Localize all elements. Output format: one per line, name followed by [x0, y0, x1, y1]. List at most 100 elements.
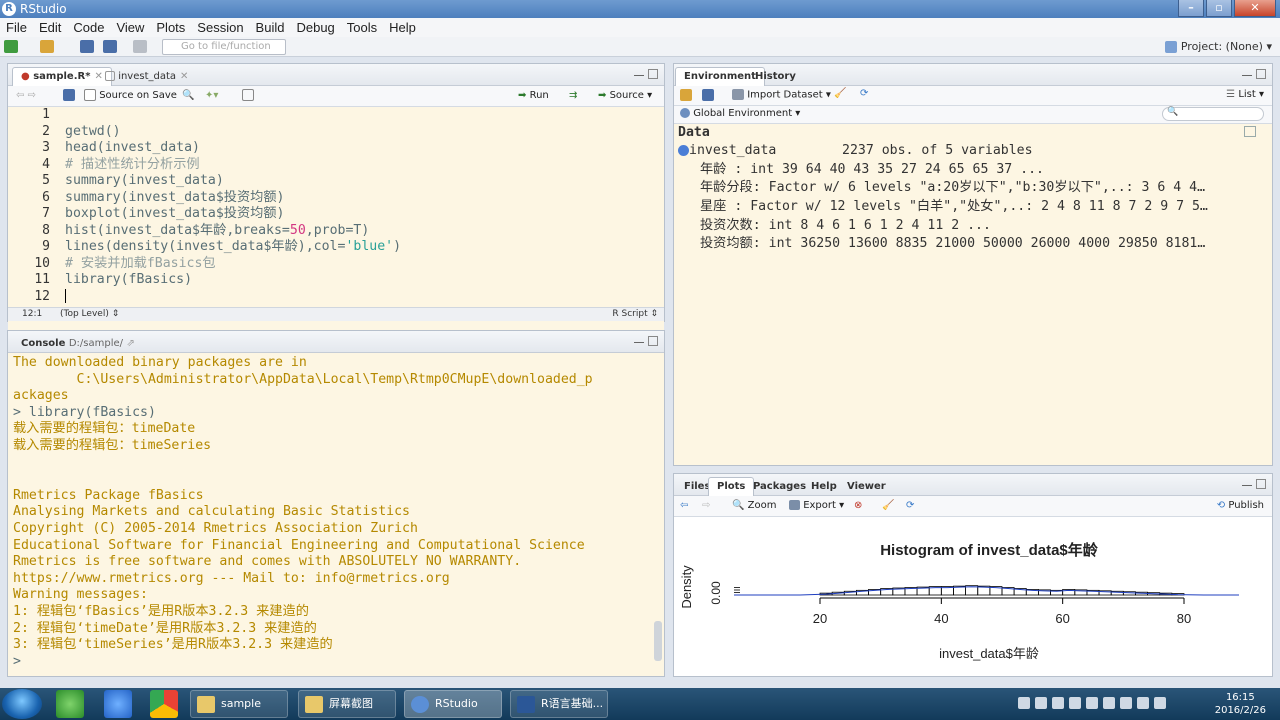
tray-app-icon[interactable]	[1137, 697, 1149, 709]
close-button[interactable]: ✕	[1234, 0, 1276, 17]
environment-search-input[interactable]: 🔍	[1162, 107, 1264, 121]
taskbar-app-icon[interactable]	[56, 690, 84, 718]
tab-history[interactable]: History	[746, 67, 805, 86]
go-to-directory-icon[interactable]: ⇗	[127, 338, 135, 349]
menu-help[interactable]: Help	[383, 18, 422, 37]
scope-label: Global Environment ▾	[693, 108, 801, 119]
goto-file-input[interactable]: Go to file/function	[162, 39, 286, 55]
maximize-pane-button[interactable]	[1256, 479, 1266, 489]
project-menu[interactable]: Project: (None) ▾	[1164, 40, 1272, 53]
back-icon[interactable]: ⇦ ⇨	[16, 89, 36, 103]
env-object-row[interactable]: invest_data 2237 obs. of 5 variables	[674, 126, 1272, 161]
rerun-icon[interactable]: ⇉	[569, 89, 577, 103]
taskbar-app-icon[interactable]	[104, 690, 132, 718]
menu-edit[interactable]: Edit	[33, 18, 67, 37]
broom-icon[interactable]: 🧹	[882, 499, 894, 513]
minimize-pane-button[interactable]	[1242, 75, 1252, 78]
open-project-icon[interactable]	[40, 40, 54, 53]
taskbar-item-word[interactable]: R语言基础...	[510, 690, 608, 718]
publish-button[interactable]: ⟲ Publish	[1217, 499, 1264, 513]
environment-scope-selector[interactable]: Global Environment ▾	[680, 108, 800, 119]
code-text: summary(invest_data)	[65, 173, 224, 188]
taskbar-item-sample[interactable]: sample	[190, 690, 288, 718]
taskbar-clock[interactable]: 16:15 2016/2/26	[1215, 691, 1266, 717]
search-icon: 🔍	[1167, 107, 1179, 117]
tray-app-icon[interactable]	[1086, 697, 1098, 709]
tab-label: invest_data	[118, 71, 177, 82]
menu-build[interactable]: Build	[250, 18, 291, 37]
maximize-button[interactable]: ▫	[1206, 0, 1232, 17]
menu-code[interactable]: Code	[67, 18, 110, 37]
search-icon[interactable]: 🔍	[182, 89, 194, 103]
code-line: lines(density(invest_data$年龄),col='blue'…	[65, 239, 664, 256]
minimize-button[interactable]: –	[1178, 0, 1204, 17]
save-workspace-icon[interactable]	[702, 89, 714, 101]
file-type-selector[interactable]: R Script ⇕	[612, 309, 658, 319]
menu-tools[interactable]: Tools	[341, 18, 383, 37]
wand-icon[interactable]: ✦▾	[205, 89, 218, 103]
minimize-pane-button[interactable]	[634, 342, 644, 345]
console-line: Rmetrics is free software and comes with…	[13, 554, 522, 570]
help-icon[interactable]	[1035, 697, 1047, 709]
start-button[interactable]	[2, 689, 42, 719]
volume-icon[interactable]	[1103, 697, 1115, 709]
tab-console[interactable]: Console D:/sample/ ⇗	[12, 334, 144, 353]
minimize-pane-button[interactable]	[634, 75, 644, 78]
tray-app-icon[interactable]	[1120, 697, 1132, 709]
console-output[interactable]: The downloaded binary packages are in C:…	[8, 353, 664, 676]
menu-debug[interactable]: Debug	[290, 18, 340, 37]
code-text: head(invest_data)	[65, 140, 200, 155]
source-button[interactable]: ➡ Source ▾	[598, 89, 652, 103]
code-line: hist(invest_data$年龄,breaks=50,prob=T)	[65, 223, 664, 240]
minimize-pane-button[interactable]	[1242, 485, 1252, 488]
taskbar-item-screenshots[interactable]: 屏幕截图	[298, 690, 396, 718]
zoom-button[interactable]: 🔍 Zoom	[732, 499, 776, 513]
console-scrollbar[interactable]	[654, 621, 662, 661]
env-variable-row: 投资次数: int 8 4 6 1 6 1 2 4 11 2 ...	[700, 217, 991, 233]
cursor-position: 12:1	[22, 309, 43, 319]
scope-selector[interactable]: (Top Level) ⇕	[60, 309, 119, 319]
maximize-pane-button[interactable]	[648, 69, 658, 79]
x-axis-label: invest_data$年龄	[939, 646, 1039, 661]
chart-title: Histogram of invest_data$年龄	[880, 541, 1099, 559]
list-view-button[interactable]: ☰ List ▾	[1226, 89, 1264, 100]
import-label: Import Dataset ▾	[747, 89, 831, 101]
console-line: ackages	[13, 388, 69, 404]
maximize-pane-button[interactable]	[1256, 69, 1266, 79]
import-dataset-button[interactable]: Import Dataset ▾	[732, 89, 831, 101]
new-file-icon[interactable]	[4, 40, 18, 53]
source-on-save-checkbox[interactable]	[84, 89, 96, 101]
taskbar-label: R语言基础...	[541, 697, 604, 710]
menu-session[interactable]: Session	[191, 18, 249, 37]
tab-invest-data[interactable]: invest_data ✕	[96, 67, 197, 86]
save-icon[interactable]	[80, 40, 94, 53]
menu-file[interactable]: File	[0, 18, 33, 37]
save-icon[interactable]	[63, 89, 75, 101]
keyboard-icon[interactable]	[1018, 697, 1030, 709]
menu-plots[interactable]: Plots	[150, 18, 191, 37]
load-workspace-icon[interactable]	[680, 89, 692, 101]
close-icon[interactable]: ✕	[180, 71, 188, 82]
next-plot-icon[interactable]: ⇨	[702, 499, 710, 513]
broom-icon[interactable]: 🧹	[834, 88, 846, 99]
tab-viewer[interactable]: Viewer	[838, 477, 895, 496]
remove-plot-icon[interactable]: ⊗	[854, 499, 862, 513]
expand-icon[interactable]	[678, 144, 689, 156]
menu-view[interactable]: View	[110, 18, 150, 37]
refresh-icon[interactable]: ⟳	[860, 88, 868, 99]
chrome-icon[interactable]	[150, 690, 178, 718]
taskbar-item-rstudio[interactable]: RStudio	[404, 690, 502, 718]
maximize-pane-button[interactable]	[648, 336, 658, 346]
console-line: Copyright (C) 2005-2014 Rmetrics Associa…	[13, 520, 418, 536]
refresh-icon[interactable]: ⟳	[906, 499, 914, 513]
tray-app-icon[interactable]	[1052, 697, 1064, 709]
outline-icon[interactable]	[242, 89, 254, 101]
export-button[interactable]: Export ▾	[789, 499, 844, 513]
run-button[interactable]: ➡ Run	[518, 89, 549, 103]
code-token: hist(invest_data$年龄,breaks=	[65, 222, 290, 238]
save-all-icon[interactable]	[103, 40, 117, 53]
prev-plot-icon[interactable]: ⇦	[680, 499, 688, 513]
tray-app-icon[interactable]	[1069, 697, 1081, 709]
print-icon[interactable]	[133, 40, 147, 53]
network-icon[interactable]	[1154, 697, 1166, 709]
